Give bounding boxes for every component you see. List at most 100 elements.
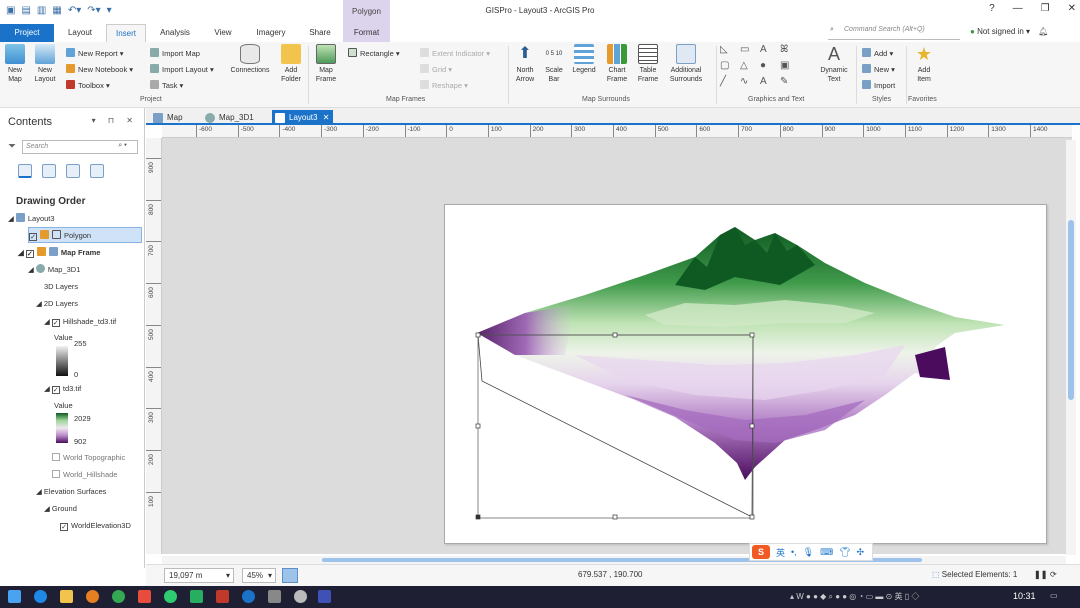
edge-browser-icon[interactable] (34, 590, 47, 603)
tab-view[interactable]: View (204, 24, 242, 42)
keyboard-icon[interactable]: ⌨ (820, 547, 833, 558)
tab-share[interactable]: Share (300, 24, 340, 42)
polygon-icon[interactable]: ◺ (720, 44, 738, 58)
app-icon[interactable] (268, 590, 281, 603)
callout-icon[interactable]: ✎ (780, 76, 798, 90)
layout-canvas[interactable] (162, 138, 1072, 554)
horizontal-scrollbar[interactable] (162, 556, 1066, 564)
additional-surrounds-button[interactable]: Additional Surrounds (664, 44, 708, 84)
tree-item-td3[interactable]: ◢ ✓ td3.tif (44, 381, 81, 397)
maximize-button[interactable]: ❐ (1041, 3, 1050, 14)
new-notebook-button[interactable]: New Notebook ▾ (66, 64, 133, 74)
scale-bar-button[interactable]: 0 5 10 Scale Bar (541, 44, 567, 84)
contents-search-input[interactable]: Search ⌕ ▾ (22, 140, 138, 154)
styles-add-button[interactable]: Add ▾ (862, 48, 893, 58)
legend-button[interactable]: Legend (569, 44, 599, 75)
tab-layout[interactable]: Layout (58, 24, 102, 42)
fixed-zoom-icon[interactable] (282, 568, 298, 583)
world-elevation-visibility-checkbox[interactable]: ✓ (60, 523, 68, 531)
tree-item-2d-layers[interactable]: ◢ 2D Layers (36, 296, 78, 312)
windows-start-icon[interactable] (8, 590, 21, 603)
punctuation-icon[interactable]: •, (791, 547, 797, 557)
curve-icon[interactable]: ∿ (740, 76, 758, 90)
chart-frame-button[interactable]: Chart Frame (602, 44, 632, 84)
doc-tab-map-3d1[interactable]: Map_3D1 (202, 110, 254, 125)
layout-page[interactable] (444, 204, 1047, 544)
skin-icon[interactable]: 👕︎ (839, 547, 850, 558)
styles-new-button[interactable]: New ▾ (862, 64, 895, 74)
notifications-icon[interactable]: 🔔︎ (1038, 27, 1048, 36)
vertical-scroll-thumb[interactable] (1068, 220, 1074, 400)
contents-pane-controls[interactable]: ▾ ⊓ ✕ (92, 116, 138, 125)
rectangle-shape-icon[interactable]: ▭ (740, 44, 758, 58)
map-frame-3d-terrain[interactable] (445, 205, 1048, 545)
dynamic-text-button[interactable]: A Dynamic Text (816, 44, 852, 84)
vertical-scrollbar[interactable] (1066, 140, 1076, 555)
new-map-button[interactable]: New Map (4, 44, 26, 84)
add-item-button[interactable]: ★ Add Item (910, 44, 938, 84)
tree-item-3d-layers[interactable]: 3D Layers (44, 279, 78, 295)
toolbox-button[interactable]: Toolbox ▾ (66, 80, 110, 90)
tab-imagery[interactable]: Imagery (248, 24, 294, 42)
table-frame-button[interactable]: Table Frame (634, 44, 662, 84)
triangle-icon[interactable]: △ (740, 60, 758, 74)
sign-in-status[interactable]: ● Not signed in ▾ 🔔︎ (970, 27, 1048, 36)
scale-field[interactable]: 19,097 m ▾ (164, 568, 234, 583)
task-button[interactable]: Task ▾ (150, 80, 183, 90)
tree-item-layout[interactable]: ◢ Layout3 (8, 211, 55, 227)
import-layout-button[interactable]: Import Layout ▾ (150, 64, 214, 74)
search-app-icon[interactable] (86, 590, 99, 603)
tab-project[interactable]: Project (0, 24, 54, 42)
list-by-drawing-order-icon[interactable] (18, 164, 32, 178)
circle-icon[interactable]: ● (760, 60, 778, 74)
close-button[interactable]: ✕ (1068, 3, 1076, 14)
new-layout-button[interactable]: New Layout (32, 44, 58, 84)
refresh-icon[interactable]: ⟳ (1050, 570, 1057, 579)
wps-icon[interactable] (216, 590, 229, 603)
app-icon[interactable] (138, 590, 151, 603)
label-icon[interactable]: A (760, 76, 778, 90)
list-by-editing-icon[interactable] (90, 164, 104, 178)
list-by-data-source-icon[interactable] (42, 164, 56, 178)
pause-drawing-icon[interactable]: ❚❚ (1034, 570, 1047, 579)
app-icon[interactable] (190, 590, 203, 603)
grid-button[interactable]: Grid ▾ (420, 64, 452, 74)
doc-tab-layout3[interactable]: Layout3 ✕ (272, 110, 334, 125)
tab-analysis[interactable]: Analysis (152, 24, 198, 42)
help-button[interactable]: ? (989, 3, 995, 14)
tab-format[interactable]: Format (343, 24, 390, 42)
settings-gear-icon[interactable] (294, 590, 307, 603)
tree-item-ground[interactable]: ◢ Ground (44, 501, 77, 517)
zoom-field[interactable]: 45% ▾ (242, 568, 276, 583)
close-tab-icon[interactable]: ✕ (323, 110, 330, 125)
import-map-button[interactable]: Import Map (150, 48, 200, 58)
tree-item-map-frame[interactable]: ◢ ✓ Map Frame (18, 245, 100, 261)
add-folder-button[interactable]: Add Folder (278, 44, 304, 84)
microphone-icon[interactable]: 🎙︎ (803, 547, 814, 558)
wechat-icon[interactable] (164, 590, 177, 603)
toolbox-grid-icon[interactable]: ✣ (857, 547, 865, 558)
freehand-icon[interactable]: ꕤ (780, 44, 798, 58)
file-explorer-icon[interactable] (60, 590, 73, 603)
new-report-button[interactable]: New Report ▾ (66, 48, 123, 58)
tree-item-world-hillshade[interactable]: World_Hillshade (52, 467, 117, 483)
square-icon[interactable]: ▢ (720, 60, 738, 74)
list-by-selection-icon[interactable] (66, 164, 80, 178)
picture-icon[interactable]: ▣ (780, 60, 798, 74)
ime-language[interactable]: 英 (776, 546, 785, 559)
filter-icon[interactable]: ⏷ (8, 141, 16, 152)
text-icon[interactable]: A (760, 44, 778, 58)
tree-item-polygon[interactable]: ✓ Polygon (28, 227, 142, 243)
graphics-gallery[interactable]: ◺ ▭ A ꕤ ▢ △ ● ▣ ╱ ∿ A ✎ (720, 44, 812, 92)
doc-tab-map[interactable]: Map (150, 110, 183, 125)
notification-center-icon[interactable]: ▭ (1050, 591, 1058, 600)
connections-button[interactable]: Connections (226, 44, 274, 75)
tab-insert[interactable]: Insert (106, 24, 146, 42)
tree-item-hillshade[interactable]: ◢ ✓ Hillshade_td3.tif (44, 314, 116, 330)
tree-item-map[interactable]: ◢ Map_3D1 (28, 262, 80, 278)
arcgis-pro-icon[interactable] (318, 590, 331, 603)
extent-indicator-button[interactable]: Extent Indicator ▾ (420, 48, 490, 58)
north-arrow-button[interactable]: ⬆ North Arrow (511, 44, 539, 84)
system-tray-icons[interactable]: ▴ W ● ● ◆ ⌕ ● ● ◎ ◔ ▭ ▬ ⊙ 英 ▯ ◇ (790, 591, 919, 602)
app-icon[interactable] (242, 590, 255, 603)
